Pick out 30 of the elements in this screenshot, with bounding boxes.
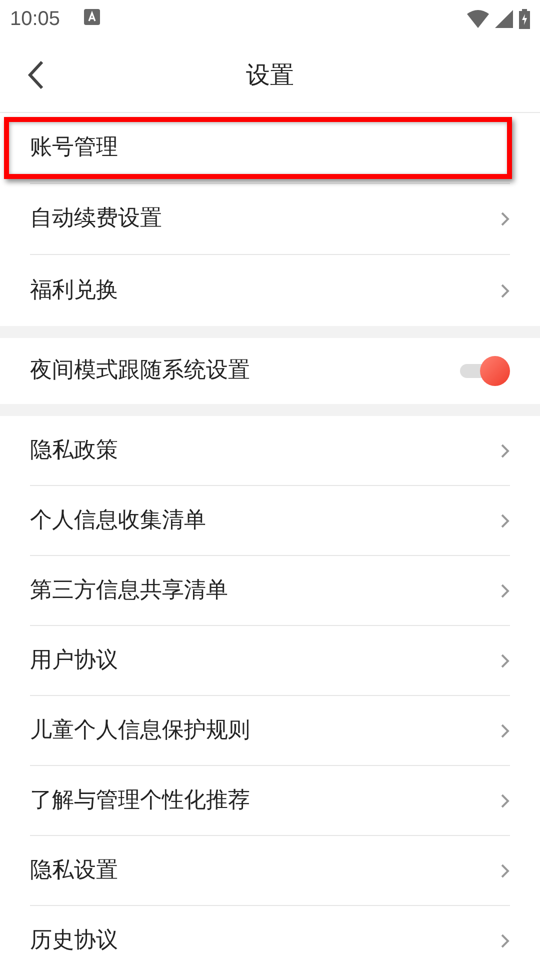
chevron-icon	[500, 584, 510, 598]
page-title: 设置	[246, 60, 294, 91]
chevron-icon	[500, 724, 510, 738]
wifi-icon	[467, 10, 489, 28]
settings-item[interactable]: 个人信息收集清单	[30, 508, 206, 534]
settings-item[interactable]: 用户协议	[30, 648, 118, 674]
settings-item[interactable]: 福利兑换	[30, 278, 118, 304]
chevron-icon	[500, 284, 510, 298]
chevron-icon	[500, 514, 510, 528]
settings-item[interactable]: 账号管理	[30, 135, 118, 161]
status-time: 10:05	[10, 8, 60, 30]
signal-icon	[495, 10, 513, 28]
chevron-icon	[500, 212, 510, 226]
settings-item[interactable]: 隐私设置	[30, 858, 118, 884]
back-icon[interactable]	[26, 60, 46, 90]
settings-item[interactable]: 夜间模式跟随系统设置	[30, 358, 250, 384]
chevron-icon	[500, 444, 510, 458]
notification-icon	[84, 9, 100, 25]
settings-item[interactable]: 儿童个人信息保护规则	[30, 718, 250, 744]
chevron-icon	[500, 654, 510, 668]
toggle-switch[interactable]	[458, 356, 510, 386]
settings-item[interactable]: 第三方信息共享清单	[30, 578, 228, 604]
battery-icon	[519, 9, 530, 29]
settings-item[interactable]: 了解与管理个性化推荐	[30, 788, 250, 814]
settings-item[interactable]: 自动续费设置	[30, 206, 162, 232]
settings-item[interactable]: 隐私政策	[30, 438, 118, 464]
settings-item[interactable]: 历史协议	[30, 928, 118, 954]
chevron-icon	[500, 794, 510, 808]
chevron-icon	[500, 934, 510, 948]
chevron-icon	[500, 864, 510, 878]
